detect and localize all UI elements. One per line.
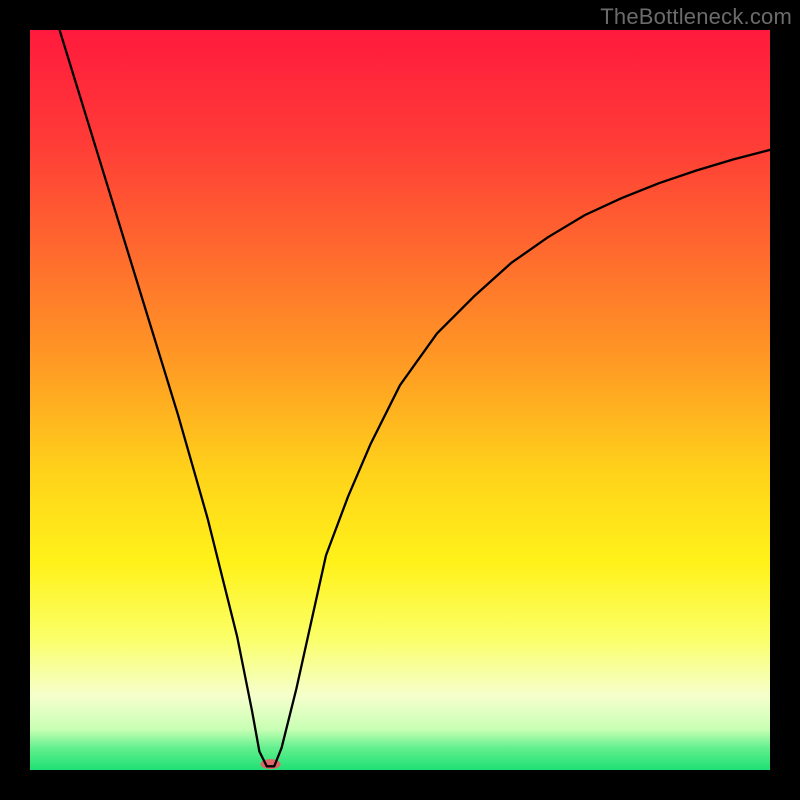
chart-canvas — [30, 30, 770, 770]
chart-background — [30, 30, 770, 770]
watermark-text: TheBottleneck.com — [600, 4, 792, 30]
plot-area — [30, 30, 770, 770]
chart-frame: TheBottleneck.com — [0, 0, 800, 800]
